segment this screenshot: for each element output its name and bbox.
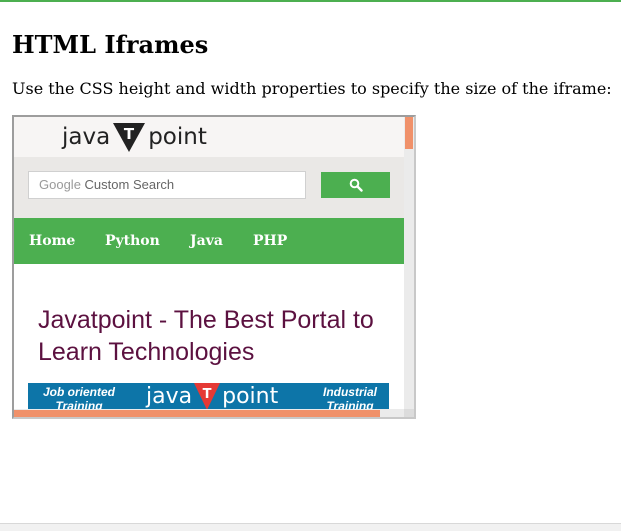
site-logo[interactable]: java T point (62, 119, 207, 155)
site-header: java T point (14, 117, 404, 157)
banner-right-text: Industrial Training (322, 385, 377, 409)
search-button[interactable] (321, 172, 390, 198)
banner-logo-left: java (146, 384, 193, 409)
page-title: HTML Iframes (12, 30, 209, 59)
content-headline: Javatpoint - The Best Portal to Learn Te… (38, 306, 374, 366)
search-icon (349, 178, 363, 192)
banner-logo: java T point (146, 383, 278, 409)
logo-mark-letter: T (124, 125, 135, 143)
promo-banner[interactable]: Job oriented Training java T point Indus… (28, 383, 389, 409)
main-content: Javatpoint - The Best Portal to Learn Te… (14, 264, 404, 409)
nav-item-php[interactable]: PHP (253, 218, 287, 264)
banner-left-text: Job oriented Training (42, 385, 115, 409)
logo-triangle-icon: T (113, 123, 146, 152)
search-placeholder: Custom Search (84, 177, 175, 192)
search-bar: Google Custom Search (14, 157, 404, 218)
nav-item-python[interactable]: Python (105, 218, 160, 264)
nav-item-java[interactable]: Java (190, 218, 223, 264)
logo-text-right: point (148, 124, 207, 150)
banner-logo-mark-letter: T (203, 387, 212, 402)
embedded-iframe[interactable]: java T point Google Custom Search Home P… (12, 115, 416, 419)
top-nav: Home Python Java PHP (14, 218, 404, 264)
search-input[interactable]: Google Custom Search (28, 171, 306, 199)
horizontal-scroll-thumb[interactable] (14, 410, 380, 417)
page-description: Use the CSS height and width properties … (12, 79, 612, 98)
bottom-edge (0, 523, 621, 531)
banner-logo-triangle-icon: T (194, 383, 221, 409)
nav-item-home[interactable]: Home (29, 218, 75, 264)
iframe-viewport: java T point Google Custom Search Home P… (14, 117, 404, 409)
banner-logo-right: point (222, 384, 279, 409)
top-accent-bar (0, 0, 621, 2)
logo-text-left: java (62, 124, 111, 150)
search-brand: Google (39, 177, 81, 192)
vertical-scrollbar[interactable] (404, 117, 414, 409)
scrollbar-corner (404, 409, 414, 417)
horizontal-scrollbar[interactable] (14, 409, 404, 417)
vertical-scroll-thumb[interactable] (405, 117, 413, 149)
